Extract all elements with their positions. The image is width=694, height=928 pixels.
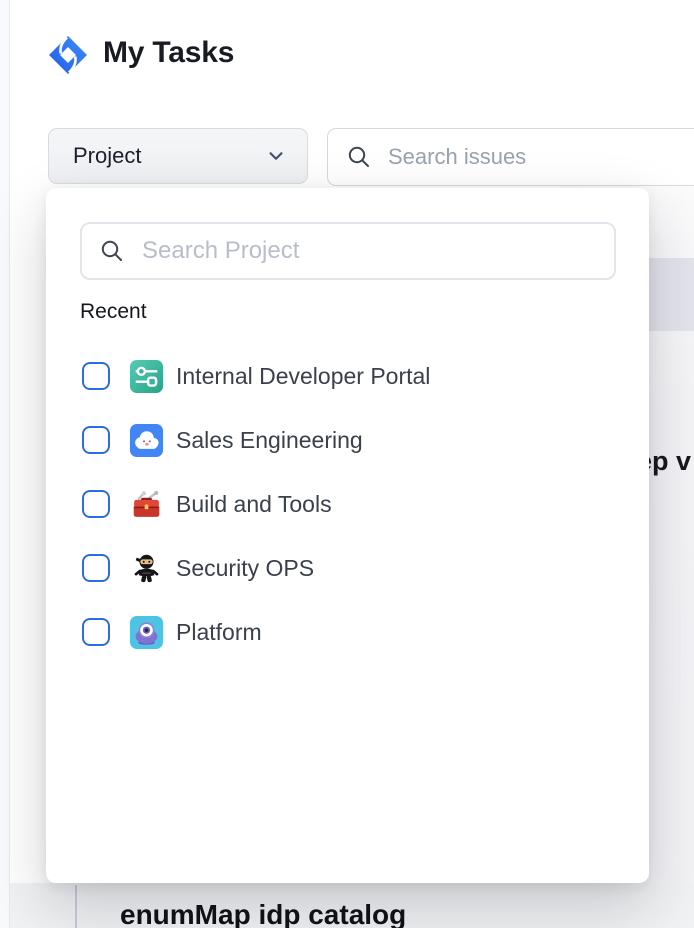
project-checkbox[interactable] — [82, 362, 110, 390]
project-checkbox[interactable] — [82, 426, 110, 454]
project-option-label: Security OPS — [176, 555, 314, 582]
project-option-label: Internal Developer Portal — [176, 363, 430, 390]
search-issues-field[interactable] — [327, 128, 694, 186]
project-option-build-and-tools[interactable]: Build and Tools — [46, 472, 649, 536]
project-checkbox[interactable] — [82, 490, 110, 518]
vertical-divider — [75, 885, 77, 928]
project-search-input[interactable] — [140, 236, 614, 266]
project-option-security-ops[interactable]: Security OPS — [46, 536, 649, 600]
screen: ep v enumMap idp catalog My Tasks Projec… — [0, 0, 694, 928]
search-icon — [99, 238, 125, 264]
project-option-label: Build and Tools — [176, 491, 332, 518]
project-checkbox[interactable] — [82, 618, 110, 646]
workflow-sliders-icon — [130, 360, 163, 393]
background-bottom-strip: enumMap idp catalog — [10, 883, 694, 928]
page-title: My Tasks — [103, 36, 234, 70]
project-filter-label: Project — [73, 143, 141, 169]
project-filter-button[interactable]: Project — [48, 128, 308, 184]
chevron-down-icon — [265, 145, 287, 167]
jira-logo — [47, 34, 89, 76]
task-title-partial: enumMap idp catalog — [120, 899, 406, 928]
project-checkbox[interactable] — [82, 554, 110, 582]
alien-icon — [130, 616, 163, 649]
project-option-label: Sales Engineering — [176, 427, 363, 454]
project-option-sales-engineering[interactable]: Sales Engineering — [46, 408, 649, 472]
toolbox-icon — [130, 488, 163, 521]
recent-section-label: Recent — [80, 300, 147, 324]
project-option-label: Platform — [176, 619, 262, 646]
ninja-icon — [130, 552, 163, 585]
project-search-field[interactable] — [80, 222, 616, 280]
search-icon — [346, 144, 372, 170]
project-dropdown-panel: Recent — [46, 188, 649, 883]
project-option-platform[interactable]: Platform — [46, 600, 649, 664]
left-rail — [0, 0, 10, 928]
search-issues-input[interactable] — [386, 143, 694, 171]
project-options-list: Internal Developer Portal — [46, 344, 649, 664]
cloud-face-icon — [130, 424, 163, 457]
project-option-internal-developer-portal[interactable]: Internal Developer Portal — [46, 344, 649, 408]
